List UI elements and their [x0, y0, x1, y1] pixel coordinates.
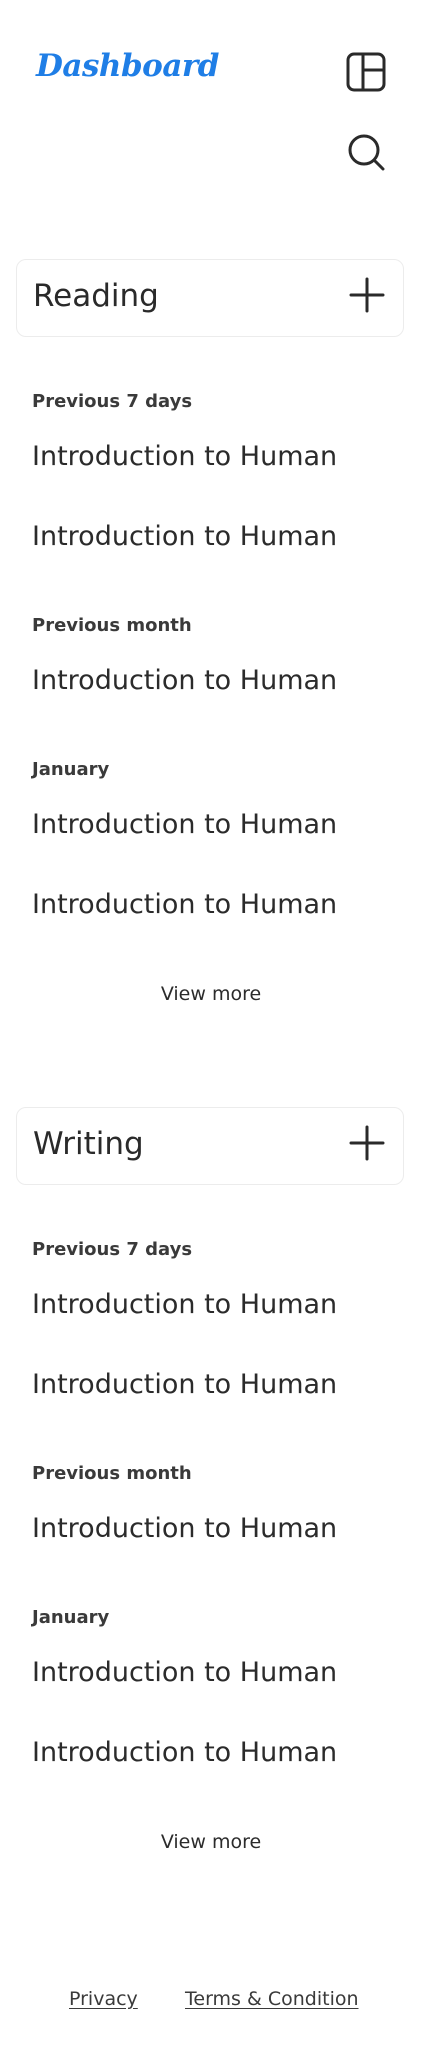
terms-link[interactable]: Terms & Condition [185, 1988, 359, 2010]
search-button[interactable] [342, 128, 390, 176]
section-title-reading: Reading [33, 278, 159, 314]
list-item[interactable]: Introduction to Human A [32, 441, 337, 472]
plus-icon [349, 277, 385, 313]
dashboard-logo[interactable]: Dashboard [36, 48, 219, 84]
list-item[interactable]: Introduction to Human A [32, 1657, 337, 1688]
list-item[interactable]: Introduction to Human A [32, 521, 337, 552]
list-item[interactable]: Introduction to Human A [32, 1369, 337, 1400]
layout-panel-icon [346, 52, 386, 92]
list-item[interactable]: Introduction to Human A [32, 1289, 337, 1320]
privacy-link[interactable]: Privacy [69, 1988, 138, 2010]
group-label-previous-month: Previous month [32, 1463, 192, 1484]
reading-section-header: Reading [16, 259, 404, 337]
search-icon [348, 134, 385, 171]
list-item[interactable]: Introduction to Human A [32, 1513, 337, 1544]
app-header: Dashboard [0, 0, 422, 200]
list-item[interactable]: Introduction to Human A [32, 1737, 337, 1768]
list-item[interactable]: Introduction to Human A [32, 665, 337, 696]
group-label-january: January [32, 759, 110, 780]
layout-toggle-button[interactable] [342, 48, 390, 96]
list-item[interactable]: Introduction to Human A [32, 809, 337, 840]
group-label-january: January [32, 1607, 110, 1628]
group-label-previous-month: Previous month [32, 615, 192, 636]
add-reading-button[interactable] [347, 275, 387, 315]
view-more-writing-button[interactable]: View more [0, 1831, 422, 1853]
group-label-previous-7-days: Previous 7 days [32, 391, 193, 412]
section-title-writing: Writing [33, 1126, 144, 1162]
writing-section-header: Writing [16, 1107, 404, 1185]
add-writing-button[interactable] [347, 1123, 387, 1163]
view-more-reading-button[interactable]: View more [0, 983, 422, 1005]
plus-icon [349, 1125, 385, 1161]
group-label-previous-7-days: Previous 7 days [32, 1239, 193, 1260]
list-item[interactable]: Introduction to Human A [32, 889, 337, 920]
